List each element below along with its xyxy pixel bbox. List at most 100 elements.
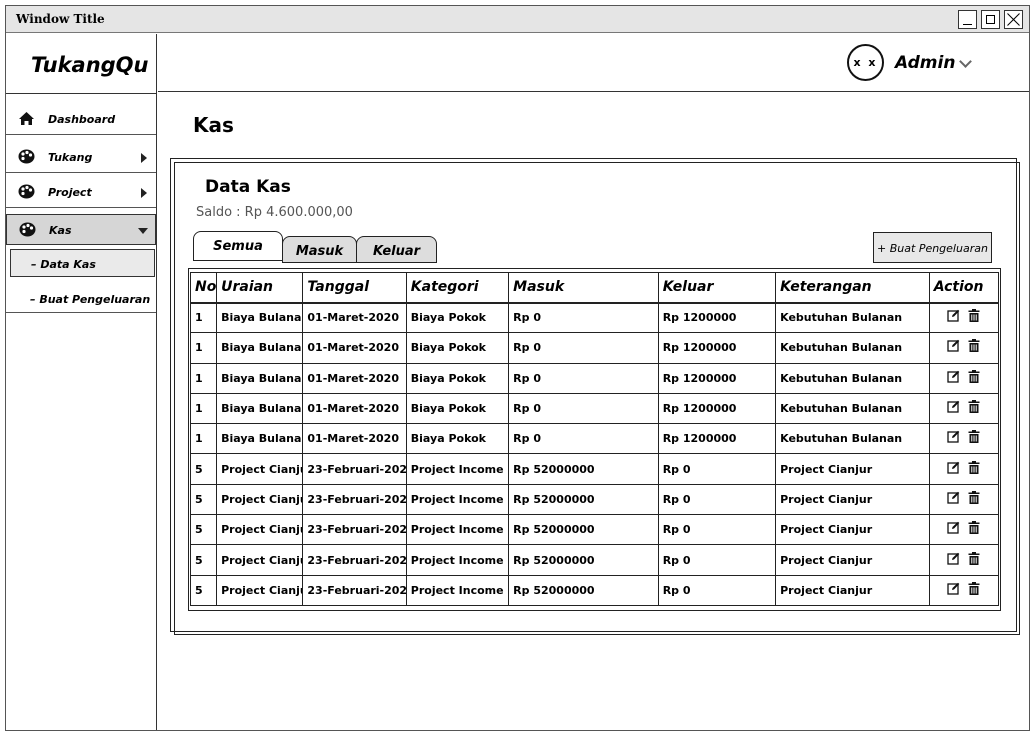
table-cell: 5 <box>189 483 218 516</box>
table-cell: 5 <box>189 544 218 576</box>
edit-icon[interactable] <box>947 400 960 417</box>
sidebar-subitem-data-kas[interactable]: – Data Kas <box>10 249 155 277</box>
chevron-down-icon[interactable] <box>959 55 972 68</box>
edit-icon[interactable] <box>947 430 960 447</box>
table-cell: 23-Februari-2020 <box>302 574 407 606</box>
table-row: 5Project Cianjur23-Februari-2020Project … <box>189 483 1000 516</box>
table-row: 1 Biaya Bulanan 01-Maret-2020 Biaya Pokok Rp… <box>189 392 1000 425</box>
table-cell: Rp 52000000 <box>508 514 659 546</box>
table-cell: 01-Maret-2020 <box>302 332 407 364</box>
table-row: 1 Biaya Bulanan 01-Maret-2020 Biaya Pokok Rp… <box>189 332 1000 364</box>
table-row: 5Project Cianjur23-Februari-2020Project … <box>189 544 1000 576</box>
edit-icon[interactable] <box>947 491 960 508</box>
table-cell: Rp 52000000 <box>508 544 659 576</box>
table-cell: 23-Februari-2020 <box>302 544 407 576</box>
trash-icon[interactable] <box>968 430 980 447</box>
sidebar-item-kas[interactable]: Kas <box>6 214 156 245</box>
trash-icon[interactable] <box>968 369 980 387</box>
sidebar-subitem-label: – Data Kas <box>31 258 96 271</box>
caret-right-icon <box>141 153 147 163</box>
table-cell: Kebutuhan Bulanan <box>775 362 930 394</box>
edit-icon[interactable] <box>947 582 960 599</box>
table-cell: Kebutuhan Bulanan <box>775 301 930 334</box>
table-cell: 01-Maret-2020 <box>302 362 407 394</box>
trash-icon[interactable] <box>968 551 980 569</box>
sidebar-item-tukang[interactable]: Tukang <box>6 142 156 173</box>
table-cell: 01-Maret-2020 <box>302 301 407 334</box>
table-cell: Rp 0 <box>657 483 777 516</box>
kas-table-wrapper: No Uraian Tanggal Kategori Masuk Keluar Ketera… <box>188 268 1001 611</box>
table-cell: 23-Februari-2020 <box>302 514 407 546</box>
table-cell: Biaya Bulanan <box>216 301 304 334</box>
table-cell: Biaya Pokok <box>405 301 510 334</box>
minimize-button[interactable] <box>958 10 977 29</box>
table-cell: 5 <box>189 453 218 485</box>
action-cell <box>928 574 1000 606</box>
column-header-keterangan: Keterangan <box>775 272 930 303</box>
table-cell: Rp 1200000 <box>657 332 777 364</box>
table-body: 1 Biaya Bulanan 01-Maret-2020 Biaya Pokok Rp… <box>189 301 1000 606</box>
tab-masuk[interactable]: Masuk <box>282 236 357 263</box>
table-cell: Rp 52000000 <box>508 574 659 606</box>
table-cell: Rp 52000000 <box>508 453 659 485</box>
data-kas-panel: Data Kas Saldo : Rp 4.600.000,00 Masuk K… <box>170 158 1020 635</box>
column-header-uraian: Uraian <box>216 272 304 303</box>
user-name[interactable]: Admin <box>895 53 955 73</box>
column-header-tanggal: Tanggal <box>302 272 407 303</box>
table-cell: Project Cianjur <box>216 514 304 546</box>
table-cell: 1 <box>189 332 218 364</box>
table-header-row: No Uraian Tanggal Kategori Masuk Keluar Ketera… <box>189 272 1000 303</box>
table-cell: 5 <box>189 514 218 546</box>
title-bar: Window Title <box>6 6 1029 33</box>
table-cell: Kebutuhan Bulanan <box>775 392 930 425</box>
home-icon <box>18 111 35 126</box>
tab-semua[interactable]: Semua <box>193 231 283 261</box>
table-cell: 23-Februari-2020 <box>302 483 407 516</box>
edit-icon[interactable] <box>947 461 960 478</box>
sidebar-item-project[interactable]: Project <box>6 177 156 208</box>
action-cell <box>928 392 1000 425</box>
avatar[interactable]: x x <box>847 44 884 81</box>
sidebar-subitem-buat-pengeluaran[interactable]: – Buat Pengeluaran <box>6 285 156 313</box>
trash-icon[interactable] <box>968 490 980 508</box>
table-cell: Project Cianjur <box>216 483 304 516</box>
edit-icon[interactable] <box>947 370 960 387</box>
sidebar-item-dashboard[interactable]: Dashboard <box>6 104 156 135</box>
table-cell: Rp 0 <box>508 332 659 364</box>
trash-icon[interactable] <box>968 400 980 417</box>
table-cell: Biaya Bulanan <box>216 332 304 364</box>
trash-icon[interactable] <box>968 339 980 356</box>
palette-icon <box>19 222 36 237</box>
trash-icon[interactable] <box>968 460 980 478</box>
table-cell: Rp 0 <box>657 574 777 606</box>
table-cell: Project Cianjur <box>775 514 930 546</box>
table-cell: Rp 0 <box>657 514 777 546</box>
page-title: Kas <box>193 113 234 137</box>
edit-icon[interactable] <box>947 521 960 538</box>
trash-icon[interactable] <box>968 581 980 599</box>
table-cell: Biaya Bulanan <box>216 362 304 394</box>
brand-logo[interactable]: TukangQu <box>6 34 156 94</box>
trash-icon[interactable] <box>968 521 980 538</box>
edit-icon[interactable] <box>947 552 960 569</box>
trash-icon[interactable] <box>968 309 980 326</box>
sidebar-subitem-label: – Buat Pengeluaran <box>30 293 151 306</box>
table-cell: Project Cianjur <box>775 453 930 485</box>
top-bar: x x Admin <box>158 34 1029 92</box>
column-header-kategori: Kategori <box>405 272 510 303</box>
table-cell: Rp 1200000 <box>657 423 777 455</box>
edit-icon[interactable] <box>947 339 960 356</box>
edit-icon[interactable] <box>947 309 960 326</box>
buat-pengeluaran-button[interactable]: + Buat Pengeluaran <box>873 232 992 263</box>
action-cell <box>928 423 1000 455</box>
kas-table: No Uraian Tanggal Kategori Masuk Keluar Ketera… <box>189 272 1000 606</box>
table-cell: Kebutuhan Bulanan <box>775 332 930 364</box>
table-cell: 01-Maret-2020 <box>302 423 407 455</box>
table-cell: 1 <box>189 423 218 455</box>
caret-right-icon <box>141 188 147 198</box>
column-header-no: No <box>189 272 218 303</box>
tab-keluar[interactable]: Keluar <box>356 236 437 263</box>
caret-down-icon <box>138 228 148 234</box>
close-button[interactable] <box>1004 10 1023 29</box>
maximize-button[interactable] <box>981 10 1000 29</box>
